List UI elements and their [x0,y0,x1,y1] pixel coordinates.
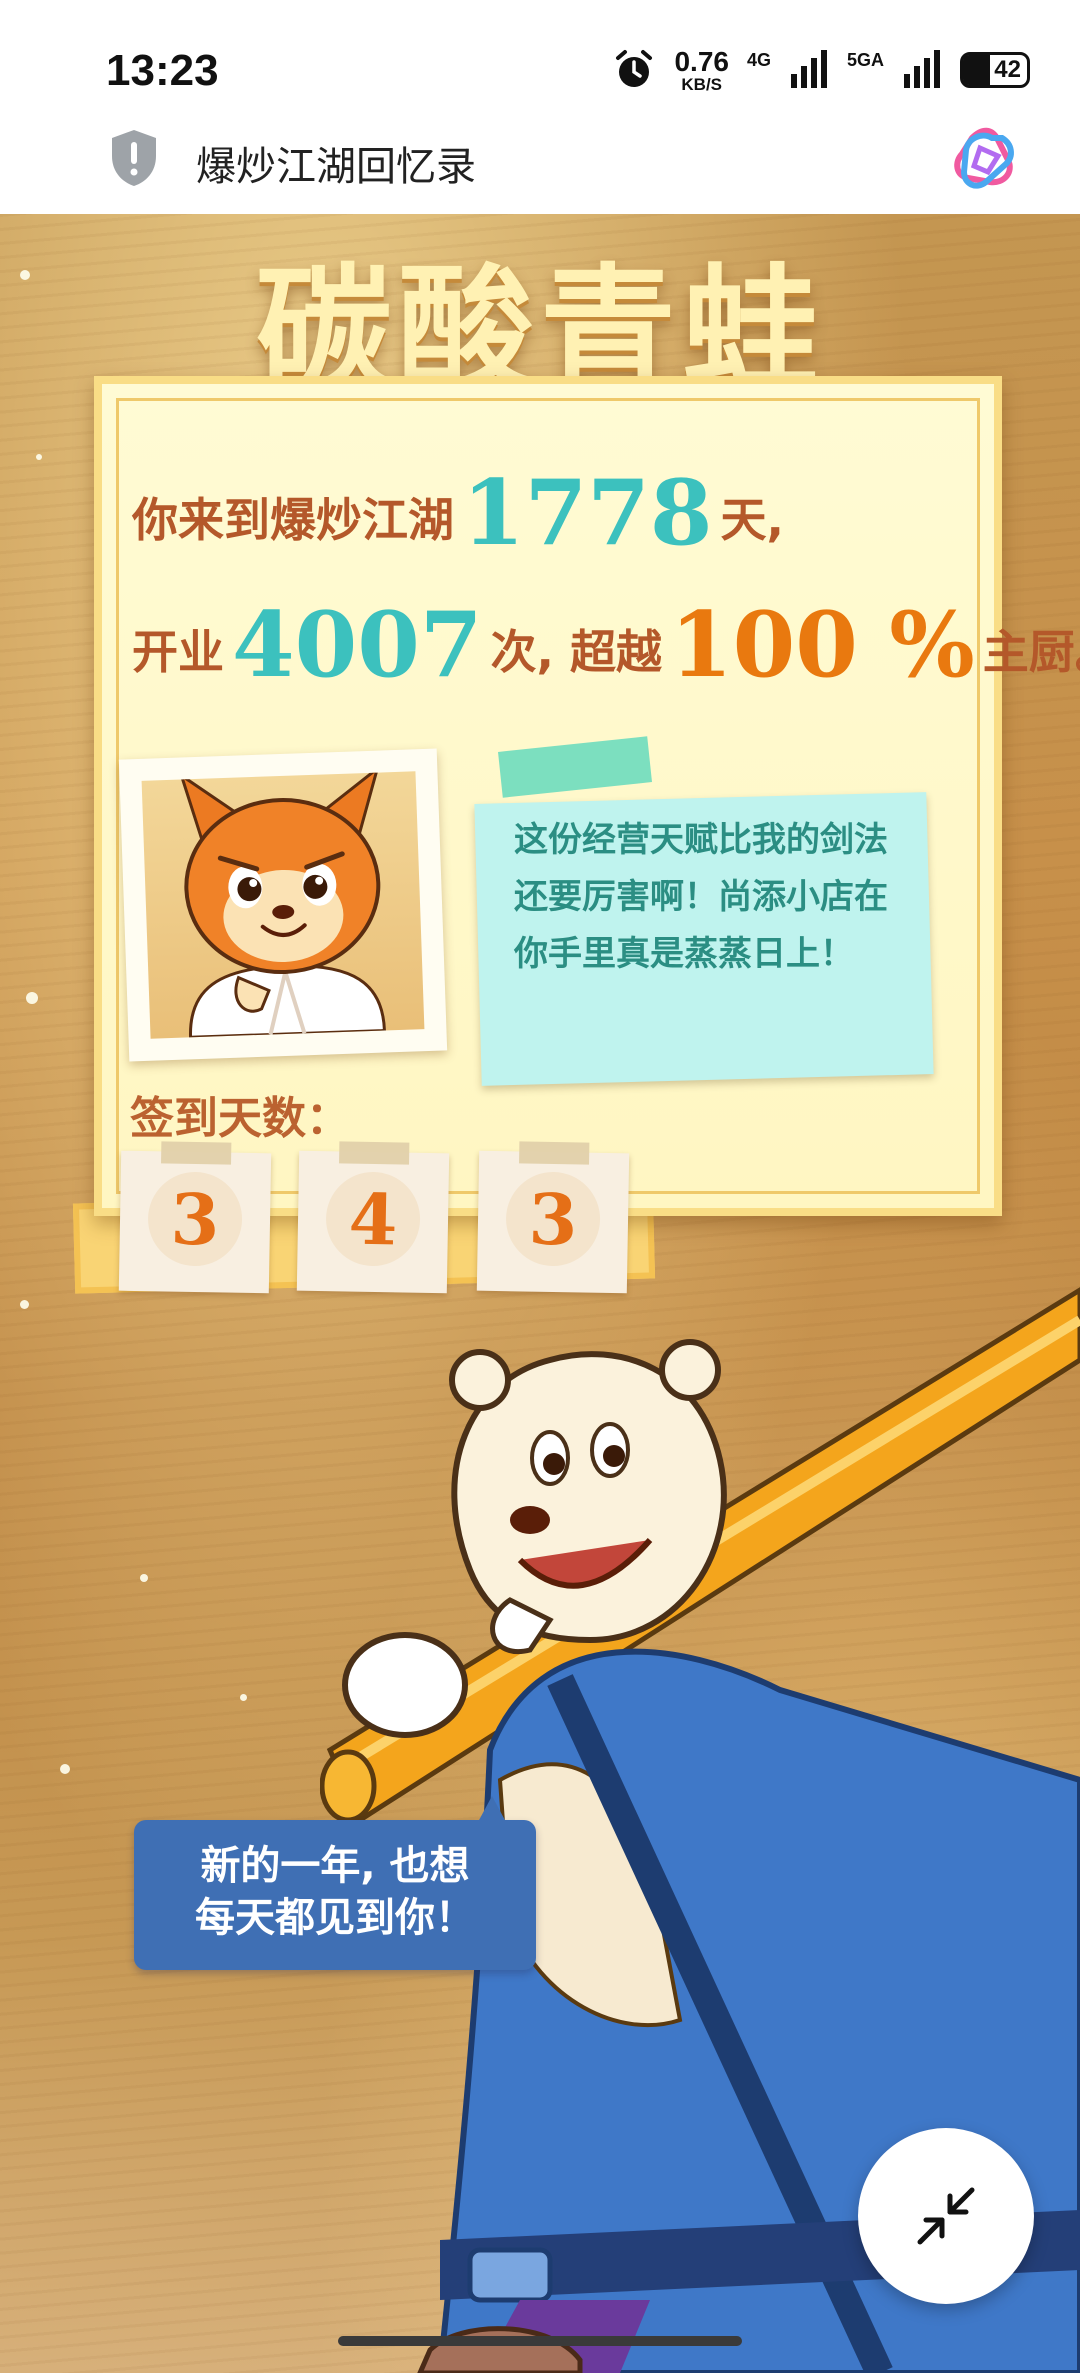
checkin-label: 签到天数： [130,1093,350,1144]
signal-icon-2 [904,50,940,88]
days-count: 1778 [462,460,713,566]
alarm-icon [616,50,653,87]
days-suffix: 天, [720,493,784,547]
net-speed-unit: KB/S [681,74,723,94]
checkin-digit-card: 3 [118,1150,272,1294]
battery-icon: 42 [960,52,1030,88]
net-speed-value: 0.76 [674,45,729,77]
page-title: 爆炒江湖回忆录 [196,144,476,190]
opens-prefix: 开业 [132,625,224,679]
home-indicator[interactable] [338,2336,742,2346]
collapse-arrows-icon [917,2187,975,2245]
collapse-button[interactable] [858,2128,1034,2304]
status-icons: 0.76 KB/S 4G 5GA 42 [612,40,1030,100]
network-type-1: 4G [746,49,771,70]
percent-value: 100 % [670,592,975,698]
net-speed: 0.76 KB/S [674,45,729,94]
checkin-digit: 3 [147,1171,243,1267]
days-line: 你来到爆炒江湖1778 天, [132,460,784,580]
speech-line-1: 新的一年, 也想 [200,1843,470,1889]
speech-bubble-text: 新的一年, 也想 每天都见到你！ [134,1840,536,1944]
days-prefix: 你来到爆炒江湖 [132,493,454,547]
shield-icon[interactable] [108,128,160,188]
quote-text: 这份经营天赋比我的剑法还要厉害啊！尚添小店在你手里真是蒸蒸日上！ [514,820,888,974]
fox-character-image [178,764,386,1039]
signal-icon-1 [790,50,827,88]
status-bar: 13:23 0.76 KB/S 4G 5GA 42 [0,0,1080,128]
character-stamp [118,748,448,1062]
opens-line: 开业4007次, 超越100 %主厨。 [132,592,1080,712]
opens-suffix: 主厨。 [982,625,1080,679]
app-logo-icon[interactable] [952,126,1022,196]
status-time: 13:23 [106,46,219,95]
speech-line-2: 每天都见到你！ [195,1895,475,1941]
battery-level: 42 [994,56,1021,83]
opens-count: 4007 [232,592,483,698]
opens-mid: 次, 超越 [490,625,663,679]
title-bar: 爆炒江湖回忆录 [0,126,1080,214]
network-type-2: 5GA [846,49,884,70]
